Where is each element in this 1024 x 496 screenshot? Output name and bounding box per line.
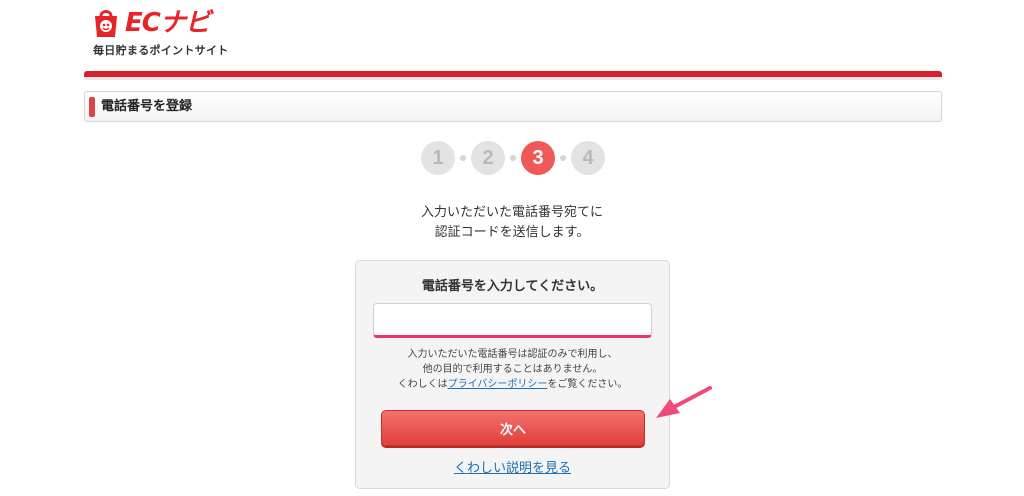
privacy-note: 入力いただいた電話番号は認証のみで利用し、 他の目的で利用することはありません。…: [356, 347, 669, 392]
logo-text: ECナビ: [125, 8, 211, 38]
phone-form-card: 電話番号を入力してください。 入力いただいた電話番号は認証のみで利用し、 他の目…: [355, 260, 670, 489]
note-line-3: くわしくはプライバシーポリシーをご覧ください。: [356, 377, 669, 392]
pointer-arrow-icon: [656, 386, 712, 418]
note-suffix: をご覧ください。: [547, 379, 628, 390]
form-title: 電話番号を入力してください。: [421, 279, 604, 294]
note-line-1: 入力いただいた電話番号は認証のみで利用し、: [407, 349, 618, 360]
section-title: 電話番号を登録: [101, 99, 193, 114]
step-separator: [460, 155, 466, 161]
note-line-2: 他の目的で利用することはありません。: [422, 364, 603, 375]
more-details-link[interactable]: くわしい説明を見る: [356, 457, 669, 476]
note-prefix: くわしくは: [397, 379, 448, 390]
step-4: 4: [571, 141, 605, 175]
header-rule-shadow: [84, 77, 942, 80]
instruction-line-2: 認証コードを送信します。: [434, 225, 590, 240]
bag-logo-icon: [95, 10, 117, 37]
section-accent: [89, 97, 95, 117]
logo-tagline: 毎日貯まるポイントサイト: [93, 44, 229, 57]
step-3-current: 3: [521, 141, 555, 175]
privacy-policy-link[interactable]: プライバシーポリシー: [448, 379, 548, 390]
step-separator: [510, 155, 516, 161]
step-1: 1: [421, 141, 455, 175]
step-separator: [560, 155, 566, 161]
instruction-line-1: 入力いただいた電話番号宛てに: [420, 205, 603, 220]
instruction-text: 入力いただいた電話番号宛てに 認証コードを送信します。: [312, 203, 712, 243]
site-logo[interactable]: ECナビ 毎日貯まるポイントサイト: [91, 8, 251, 60]
next-button[interactable]: 次へ: [381, 410, 645, 446]
step-indicator: 1 2 3 4: [421, 140, 605, 176]
section-header: 電話番号を登録: [84, 91, 942, 122]
step-2: 2: [471, 141, 505, 175]
phone-number-input[interactable]: [373, 303, 652, 338]
